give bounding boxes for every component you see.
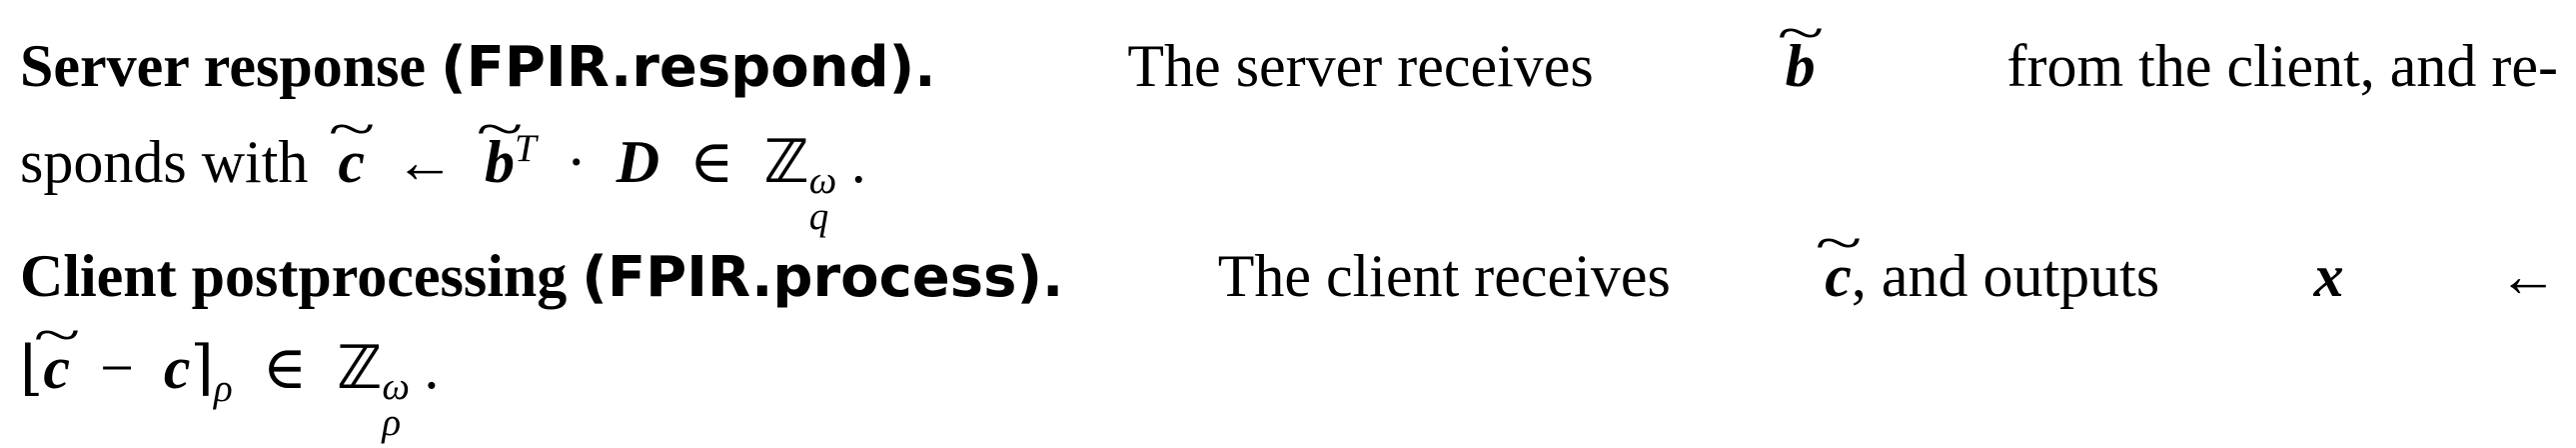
paragraph-server-response-line-1: Server response (FPIR.respond). The serv… xyxy=(20,36,2558,96)
field-subscript-q: q xyxy=(808,194,829,238)
vector-c-tilde-3: c xyxy=(1825,246,1852,306)
dot-operator: · xyxy=(566,129,587,195)
vector-c-tilde-4: c xyxy=(43,338,70,398)
matrix-D: D xyxy=(616,129,660,195)
rounding-subscript-rho: ρ xyxy=(213,367,233,410)
server-response-heading: Server response xyxy=(20,33,427,99)
responds-with-text: sponds with xyxy=(20,129,309,195)
paragraph-client-postprocessing-line-2: ⌊c − c⌉ρ ∈ ℤωρ. xyxy=(20,335,440,442)
integers-symbol: ℤ xyxy=(763,127,809,197)
vector-c: c xyxy=(163,335,191,401)
element-of-symbol-2: ∈ xyxy=(262,335,308,401)
field-superscript-omega: ω xyxy=(808,158,837,202)
vector-b-tilde-2: b xyxy=(485,132,515,192)
minus-operator: − xyxy=(100,335,134,401)
server-receives-text: The server receives xyxy=(1127,33,1594,99)
and-outputs-text: , and outputs xyxy=(1851,243,2160,309)
c-tilde-and-outputs: c, and outputs xyxy=(1825,246,2159,306)
client-postprocessing-heading-group: Client postprocessing (FPIR.process). xyxy=(20,246,1063,306)
paragraph-client-postprocessing-line-1: Client postprocessing (FPIR.process). Th… xyxy=(20,246,2558,306)
fpir-process-algorithm: (FPIR.process). xyxy=(582,245,1064,310)
server-response-heading-group: Server response (FPIR.respond). xyxy=(20,36,936,96)
vector-c-tilde: c xyxy=(338,132,365,192)
field-subscript-rho: ρ xyxy=(382,400,402,444)
paragraph-server-response-line-2: sponds with c ← bT · D ∈ ℤωq. xyxy=(20,129,866,236)
right-ceil-bracket: ⌉ xyxy=(190,335,214,401)
assign-arrow: ← xyxy=(395,129,456,195)
client-receives-text: The client receives xyxy=(1217,243,1671,309)
fpir-respond-algorithm: (FPIR.respond). xyxy=(441,35,936,100)
line-end-period: . xyxy=(850,129,866,195)
paper-excerpt: Server response (FPIR.respond). The serv… xyxy=(20,0,2558,448)
line-end-period-2: . xyxy=(424,335,440,401)
integers-symbol-2: ℤ xyxy=(337,333,383,403)
vector-b-tilde: b xyxy=(1786,36,1816,96)
field-superscript-omega-2: ω xyxy=(382,364,410,408)
element-of-symbol: ∈ xyxy=(689,129,734,195)
assign-arrow-2: ← xyxy=(2497,243,2558,309)
from-client-text: from the client, and re- xyxy=(2006,33,2558,99)
vector-x: x xyxy=(2313,243,2344,309)
client-postprocessing-heading: Client postprocessing xyxy=(20,243,568,309)
